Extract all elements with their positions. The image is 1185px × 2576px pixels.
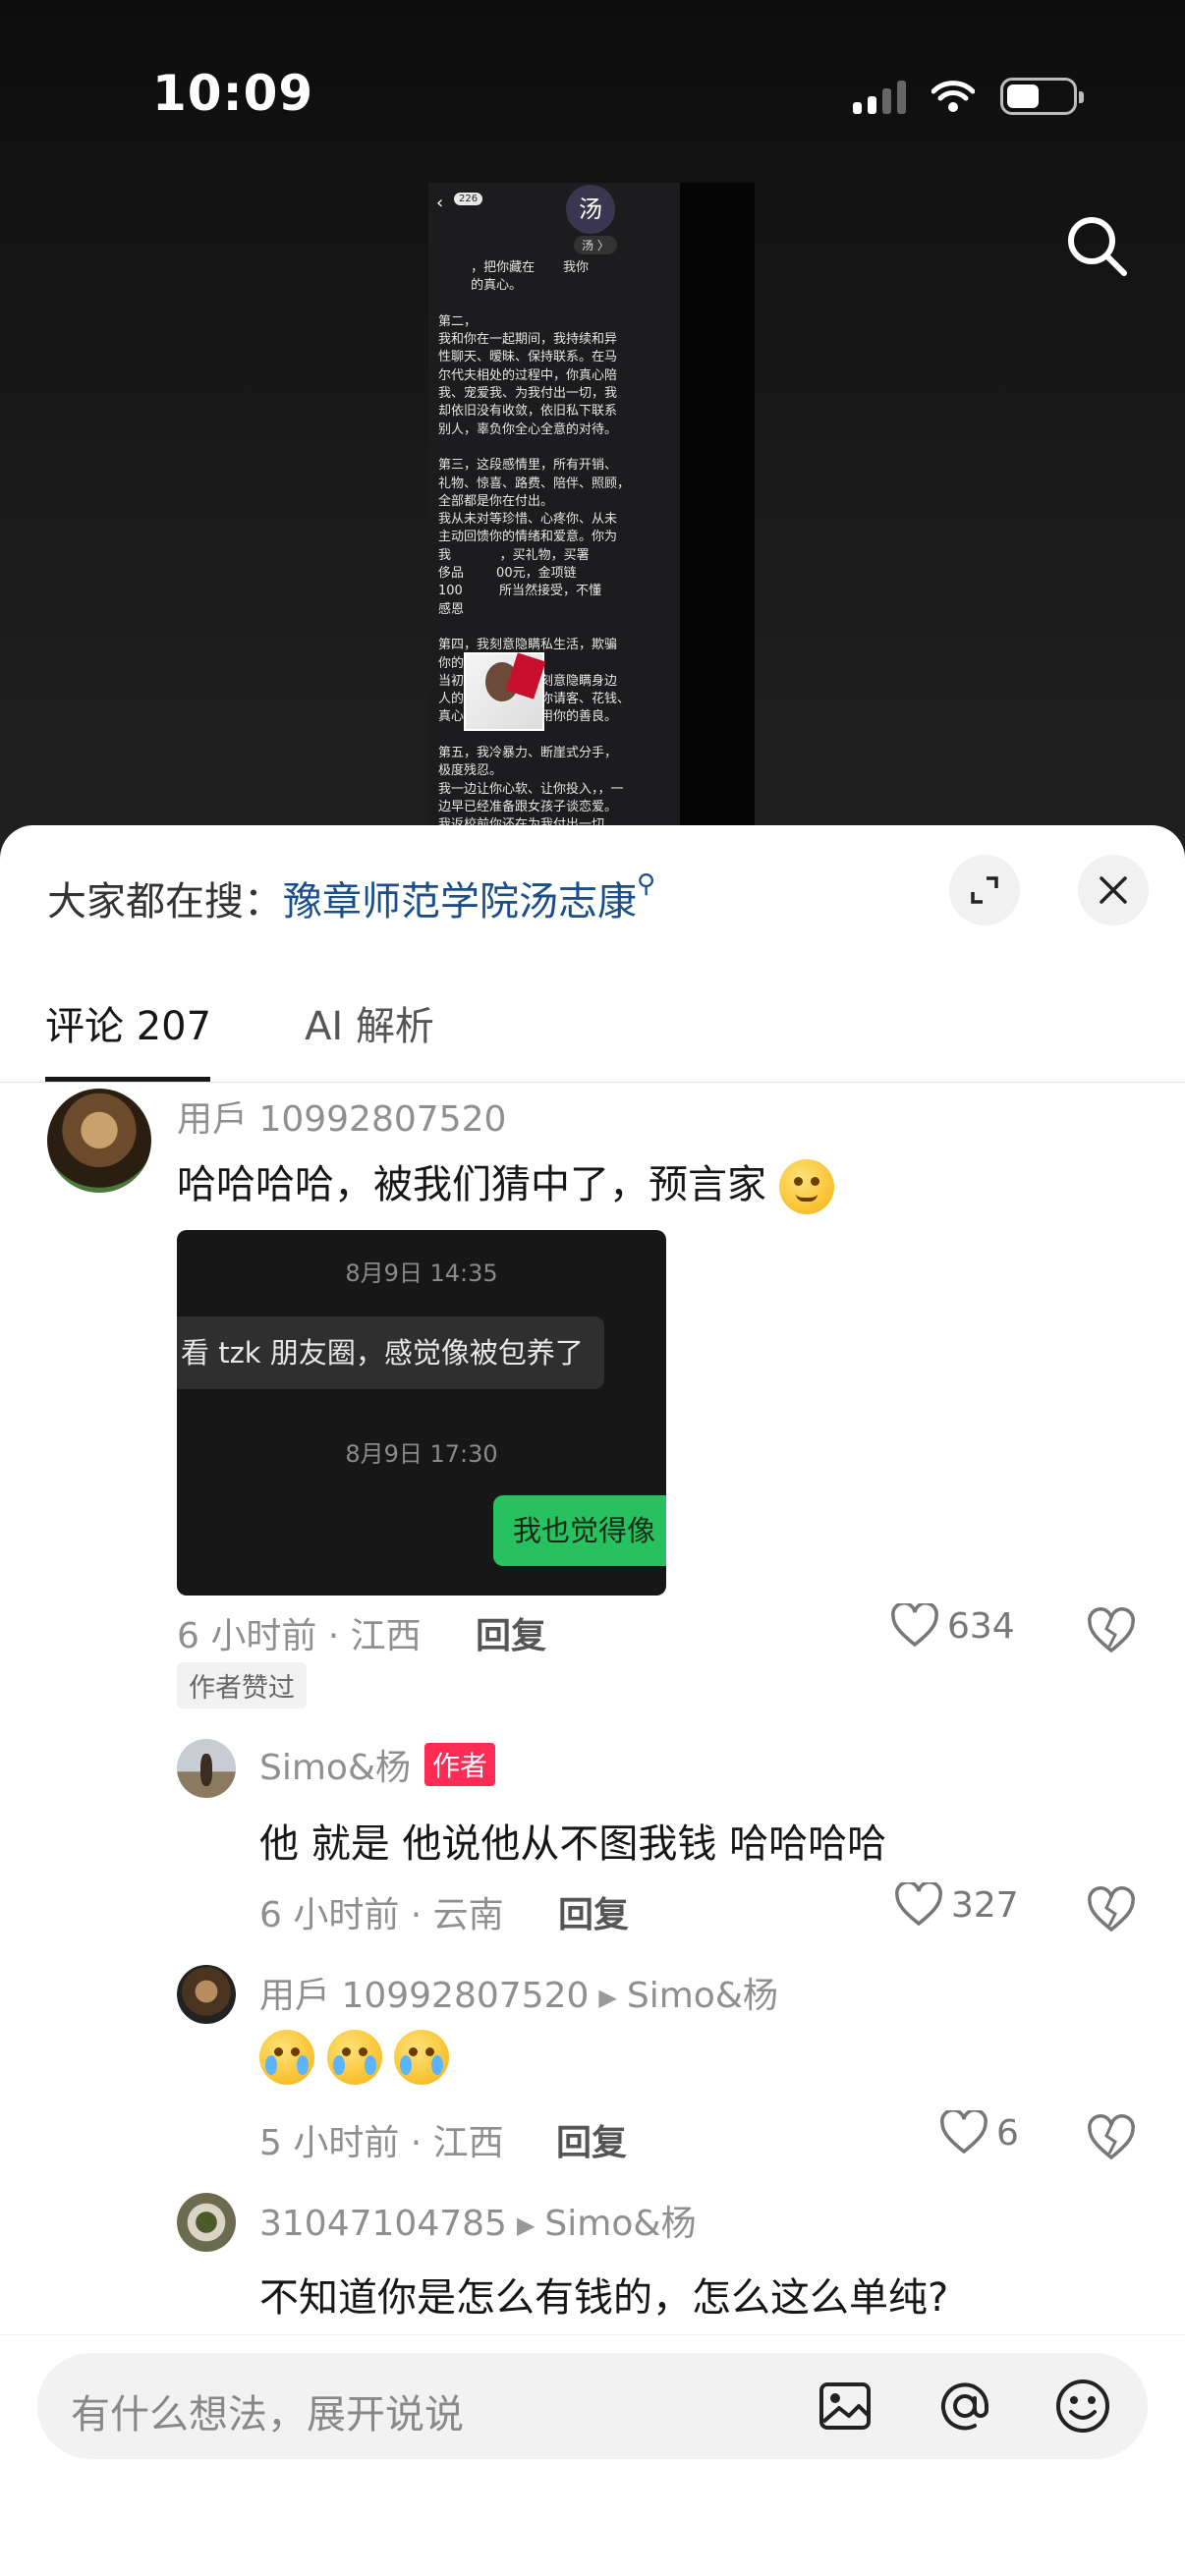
tab-comments[interactable]: 评论 207 [45, 994, 211, 1051]
reply-arrow-icon: ▶ [516, 2212, 536, 2239]
divider [0, 1082, 1185, 1083]
comment-text: 哈哈哈哈，被我们猜中了，预言家 [177, 1152, 834, 1214]
reply-text: 他 就是 他说他从不图我钱 哈哈哈哈 [259, 1821, 887, 1867]
comment-input-placeholder: 有什么想法，展开说说 [71, 2392, 464, 2437]
reply-username[interactable]: Simo&杨 作者 [259, 1739, 496, 1790]
reply-meta: 5 小时前 · 江西 [259, 2123, 504, 2163]
like-count: 6 [996, 2112, 1019, 2154]
author-tag: 作者 [424, 1743, 496, 1786]
author-liked-badge: 作者赞过 [177, 1662, 307, 1708]
chat-bubble-left: 看 tzk 朋友圈，感觉像被包养了 [177, 1316, 604, 1389]
expand-icon [971, 876, 998, 904]
avatar[interactable] [47, 1089, 151, 1193]
hot-search-keyword[interactable]: 豫章师范学院汤志康 [283, 879, 637, 924]
reply-text: 不知道你是怎么有钱的，怎么这么单纯? [259, 2275, 949, 2321]
close-button[interactable] [1078, 855, 1149, 925]
broken-heart-icon[interactable] [1087, 1607, 1136, 1656]
signal-icon [853, 79, 906, 114]
reply-arrow-icon: ▶ [598, 1984, 617, 2011]
reply-username-text: Simo&杨 [259, 1748, 412, 1788]
like-count: 327 [951, 1884, 1019, 1926]
comment-meta: 6 小时前 · 江西 [177, 1616, 422, 1656]
screenshot-badge: 226 [454, 193, 483, 205]
chat-time: 8月9日 17:30 [345, 1440, 498, 1468]
close-icon [1100, 876, 1127, 904]
comment-text-content: 哈哈哈哈，被我们猜中了，预言家 [177, 1162, 766, 1207]
comment-input[interactable]: 有什么想法，展开说说 [37, 2353, 1148, 2459]
comment-sheet: 大家都在搜：豫章师范学院汤志康⚲ 评论 207 AI 解析 用戶 1099280… [0, 825, 1185, 2576]
reply-button[interactable]: 回复 [558, 1886, 629, 1937]
reply-username[interactable]: 31047104785 ▶ Simo&杨 [259, 2195, 696, 2246]
heart-icon [895, 1882, 942, 1927]
reply-to-username: Simo&杨 [544, 2204, 697, 2244]
hot-search-label: 大家都在搜： [47, 879, 283, 924]
reply-username[interactable]: 用戶 10992807520 ▶ Simo&杨 [259, 1967, 778, 2018]
reply-to-username: Simo&杨 [626, 1976, 778, 2016]
emoji-icon[interactable] [1053, 2377, 1112, 2436]
status-time: 10:09 [152, 65, 314, 122]
video-screenshot: ‹ 226 汤 汤 〉 ，把你藏在 我你 的真心。 第二， 我和你在一起期间，我… [428, 183, 680, 884]
heart-icon [940, 2110, 988, 2155]
screenshot-avatar: 汤 [566, 185, 615, 234]
search-small-icon: ⚲ [637, 869, 656, 899]
screenshot-avatar-label: 汤 〉 [574, 236, 617, 254]
wifi-icon [931, 81, 975, 112]
chat-time: 8月9日 14:35 [345, 1260, 498, 1287]
crying-emoji-icon [394, 2030, 450, 2085]
image-icon[interactable] [816, 2377, 875, 2436]
back-icon: ‹ [436, 193, 444, 213]
broken-heart-icon[interactable] [1087, 1886, 1136, 1935]
expand-button[interactable] [949, 855, 1020, 925]
screenshot-header: ‹ 226 汤 汤 〉 [428, 183, 680, 259]
status-icons [853, 75, 1084, 118]
like-button[interactable]: 634 [890, 1603, 1015, 1649]
reply-button[interactable]: 回复 [476, 1607, 546, 1658]
screenshot-photo [464, 652, 544, 731]
video-area[interactable]: 10:09 ‹ 226 汤 汤 〉 ，把你藏在 我你 的真心。 第二， 我和你在… [0, 0, 1185, 884]
search-icon[interactable] [1062, 211, 1131, 280]
like-button[interactable]: 327 [894, 1882, 1019, 1928]
crying-emoji-icon [326, 2030, 382, 2085]
reply-username-text: 用戶 10992807520 [259, 1976, 590, 2016]
like-button[interactable]: 6 [939, 2110, 1019, 2156]
avatar[interactable] [177, 2193, 236, 2252]
screenshot-text: ，把你藏在 我你 的真心。 第二， 我和你在一起期间，我持续和异 性聊天、暧昧、… [438, 260, 631, 884]
like-count: 634 [947, 1605, 1015, 1647]
comment-username[interactable]: 用戶 10992807520 [177, 1091, 506, 1142]
tab-ai-analysis[interactable]: AI 解析 [305, 994, 434, 1051]
reply-button[interactable]: 回复 [556, 2114, 627, 2165]
tabs: 评论 207 AI 解析 [45, 994, 434, 1051]
avatar[interactable] [177, 1739, 236, 1798]
avatar[interactable] [177, 1965, 236, 2024]
crying-emoji-icon [259, 2030, 314, 2085]
reply-username-text: 31047104785 [259, 2204, 507, 2244]
chat-bubble-right: 我也觉得像 [493, 1495, 666, 1566]
reply-emoji-text [259, 2030, 450, 2085]
comment-image[interactable]: 8月9日 14:35 看 tzk 朋友圈，感觉像被包养了 8月9日 17:30 … [177, 1230, 666, 1596]
battery-icon [1000, 78, 1084, 115]
screenshot-dark-strip [680, 183, 755, 884]
hot-search[interactable]: 大家都在搜：豫章师范学院汤志康⚲ [47, 869, 655, 926]
at-icon[interactable] [935, 2377, 994, 2436]
broken-heart-icon[interactable] [1087, 2114, 1136, 2163]
reply-meta: 6 小时前 · 云南 [259, 1895, 504, 1935]
thinking-emoji-icon [778, 1159, 834, 1214]
heart-icon [891, 1603, 938, 1648]
